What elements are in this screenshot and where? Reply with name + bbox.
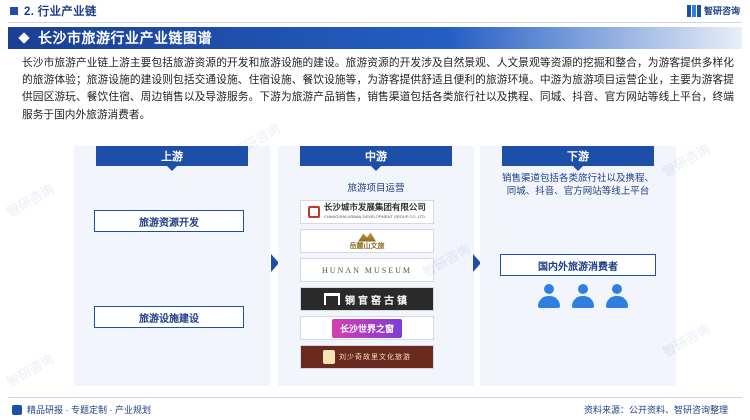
watermark: 智研咨询	[4, 350, 57, 390]
yuelu-name: 岳麓山文旅	[349, 242, 385, 250]
midstream-sub-label: 旅游项目运营	[347, 183, 405, 194]
changsha-urban-icon	[307, 206, 320, 218]
user-icon	[606, 284, 628, 308]
title-banner: 长沙市旅游行业产业链图谱	[8, 27, 742, 49]
downstream-consumer-box: 国内外旅游消费者	[500, 254, 656, 276]
intro-paragraph: 长沙市旅游产业链上游主要包括旅游资源的开发和旅游设施的建设。旅游资源的开发涉及自…	[22, 57, 734, 121]
top-bar: 2. 行业产业链 智研咨询	[0, 0, 750, 22]
changsha-urban-en: CHANGSHA URBAN DEVELOPMENT GROUP CO.,LTD…	[323, 214, 427, 219]
brand-tongguan-logo: 铜官窑古镇	[300, 287, 434, 311]
hunan-museum-name: HUNAN MUSEUM	[321, 265, 412, 275]
midstream-panel: 中游 旅游项目运营 长沙城市发展集团有限公司 CHANGSHA URBAN DE…	[278, 146, 474, 386]
world-park-name: 长沙世界之窗	[331, 318, 402, 338]
changsha-urban-name: 长沙城市发展集团有限公司	[323, 202, 426, 212]
consumer-users	[538, 284, 628, 308]
user-icon	[538, 284, 560, 308]
footer-divider	[8, 397, 742, 398]
upstream-item-resource-dev: 旅游资源开发	[94, 210, 244, 232]
brand-world-park-logo: 长沙世界之窗	[300, 316, 434, 340]
brand-changsha-urban-logo: 长沙城市发展集团有限公司 CHANGSHA URBAN DEVELOPMENT …	[300, 200, 434, 224]
theatre-name: 刘少奇故里文化旅游	[339, 353, 411, 361]
section-title: 2. 行业产业链	[24, 6, 97, 18]
user-icon	[572, 284, 594, 308]
upstream-panel: 上游 旅游资源开发 旅游设施建设	[74, 146, 270, 386]
footer-left: 精品研报 · 专题定制 · 产业规划	[12, 403, 151, 416]
diamond-icon	[18, 32, 30, 44]
brand-yuelu-logo: 岳麓山文旅	[300, 229, 434, 253]
midstream-header: 中游	[300, 146, 452, 171]
brand-hunan-museum-logo: HUNAN MUSEUM	[300, 258, 434, 282]
footer-slogan: 精品研报 · 专题定制 · 产业规划	[27, 405, 151, 415]
downstream-description: 销售渠道包括各类旅行社以及携程、同城、抖音、官方网站等线上平台	[501, 173, 654, 197]
footer: 精品研报 · 专题定制 · 产业规划 资料来源：公开资料、智研咨询整理	[0, 400, 750, 420]
tongguan-name: 铜官窑古镇	[345, 295, 410, 307]
brand-name: 智研咨询	[703, 6, 740, 16]
gate-icon	[324, 293, 340, 305]
upstream-header: 上游	[96, 146, 248, 171]
header-divider	[8, 22, 742, 23]
report-icon	[12, 404, 22, 415]
page-title: 长沙市旅游行业产业链图谱	[38, 30, 212, 46]
downstream-panel: 下游 销售渠道包括各类旅行社以及携程、同城、抖音、官方网站等线上平台 国内外旅游…	[480, 146, 676, 386]
brand-logo: 智研咨询	[686, 4, 740, 17]
downstream-header: 下游	[502, 146, 654, 171]
section-marker-icon	[10, 7, 18, 15]
watermark: 智研咨询	[4, 180, 57, 220]
mountain-icon	[358, 232, 376, 242]
theatre-icon	[323, 350, 335, 364]
upstream-item-facility-build: 旅游设施建设	[94, 306, 244, 328]
footer-source: 资料来源：公开资料、智研咨询整理	[583, 405, 728, 415]
brand-theatre-logo: 刘少奇故里文化旅游	[300, 345, 434, 369]
logo-mark-icon	[686, 4, 701, 17]
